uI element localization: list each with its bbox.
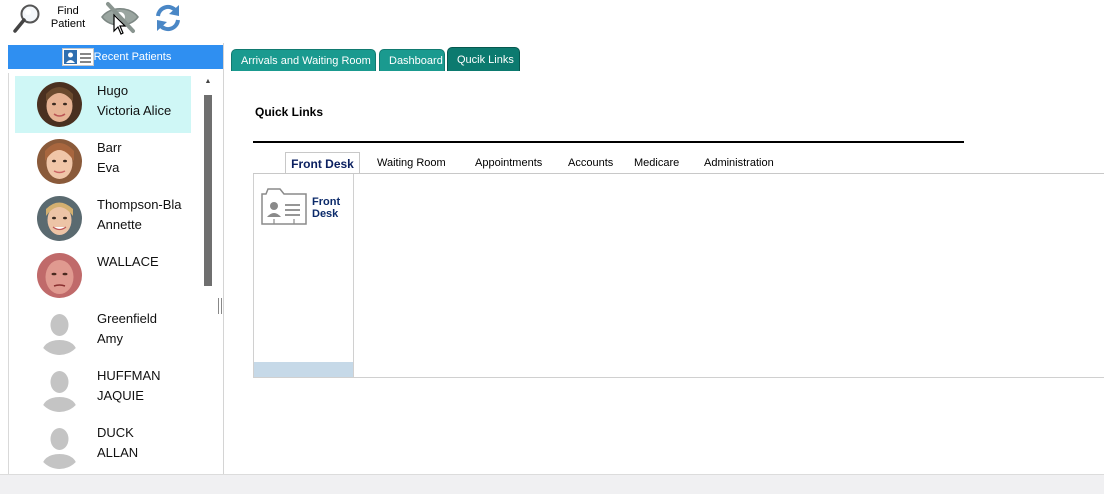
magnifier-icon [13, 4, 40, 33]
refresh-icon [156, 4, 180, 32]
patient-list: Hugo Victoria Alice Barr Eva Thompson-Bl… [8, 73, 223, 474]
scrollbar-thumb[interactable] [204, 95, 212, 286]
patient-photo [37, 196, 82, 241]
person-placeholder-icon [37, 310, 82, 355]
recent-patients-header: Recent Patients [8, 45, 223, 69]
patient-name-line2: Eva [97, 160, 120, 175]
quick-links-content: Quick Links Front Desk Waiting Room Appo… [232, 71, 1104, 474]
patient-name-line1: Greenfield [97, 311, 157, 326]
status-bar [0, 474, 1104, 494]
patient-name-line1: DUCK [97, 425, 134, 440]
patient-row[interactable]: Barr Eva [15, 133, 191, 190]
patient-name-line1: WALLACE [97, 254, 159, 269]
refresh-button[interactable] [150, 0, 186, 38]
patient-name-line2: ALLAN [97, 445, 139, 460]
patient-name-line2: JAQUIE [97, 388, 144, 403]
patient-row[interactable]: Greenfield Amy [15, 304, 191, 361]
find-patient-button[interactable]: Find Patient [8, 0, 88, 38]
patient-name-line2: Victoria Alice [97, 103, 172, 118]
patient-name-line1: Hugo [97, 83, 129, 98]
patient-photo [37, 139, 82, 184]
patient-name-line1: Barr [97, 140, 122, 155]
subtab-medicare[interactable]: Medicare [634, 152, 679, 174]
tab-arrivals-waiting-room[interactable]: Arrivals and Waiting Room [231, 49, 376, 71]
hide-toggle-button[interactable] [98, 0, 142, 38]
find-patient-label: Find Patient [50, 5, 86, 30]
eye-slash-icon [101, 2, 139, 35]
contact-card-icon [261, 188, 307, 225]
page-title: Quick Links [255, 105, 324, 119]
person-placeholder-icon [37, 424, 82, 469]
patient-row[interactable]: DUCK ALLAN [15, 418, 191, 474]
quick-links-panel: Front Desk [253, 174, 1104, 378]
patient-list-scrollbar[interactable]: ▲ [202, 73, 214, 288]
patient-name-line2: Amy [97, 331, 123, 346]
subtab-administration[interactable]: Administration [704, 152, 774, 174]
patient-row[interactable]: HUFFMAN JAQUIE [15, 361, 191, 418]
tile-column: Front Desk [254, 174, 354, 377]
toolbar: Find Patient [0, 0, 1104, 40]
subtab-appointments[interactable]: Appointments [475, 152, 542, 174]
recent-patients-panel: Recent Patients Hugo Victoria Alice Barr… [0, 43, 224, 474]
tab-quick-links[interactable]: Qucik Links [447, 47, 520, 71]
patient-row[interactable]: WALLACE [15, 247, 191, 304]
patient-name-line1: HUFFMAN [97, 368, 161, 383]
patient-row[interactable]: Hugo Victoria Alice [15, 76, 191, 133]
front-desk-tile-label: Front Desk [312, 196, 341, 220]
person-placeholder-icon [37, 367, 82, 412]
panel-splitter-handle[interactable] [218, 298, 222, 314]
patient-photo [37, 82, 82, 127]
patient-name-line1: Thompson-Bla [97, 197, 182, 212]
tile-column-footer [254, 362, 353, 377]
front-desk-tile[interactable]: Front Desk [260, 188, 350, 228]
recent-patients-title: Recent Patients [93, 51, 172, 63]
patient-photo [37, 253, 82, 298]
patient-row[interactable]: Thompson-Bla Annette [15, 190, 191, 247]
tab-dashboard[interactable]: Dashboard [379, 49, 445, 71]
patient-card-icon [62, 48, 94, 66]
subtab-waiting-room[interactable]: Waiting Room [377, 152, 446, 174]
app-window: Find Patient Recent Patients Hugo Victor… [0, 0, 1104, 494]
title-divider [253, 141, 964, 143]
patient-name-line2: Annette [97, 217, 142, 232]
scroll-up-arrow-icon[interactable]: ▲ [202, 77, 214, 87]
subtab-front-desk[interactable]: Front Desk [285, 152, 360, 174]
subtab-accounts[interactable]: Accounts [568, 152, 613, 174]
